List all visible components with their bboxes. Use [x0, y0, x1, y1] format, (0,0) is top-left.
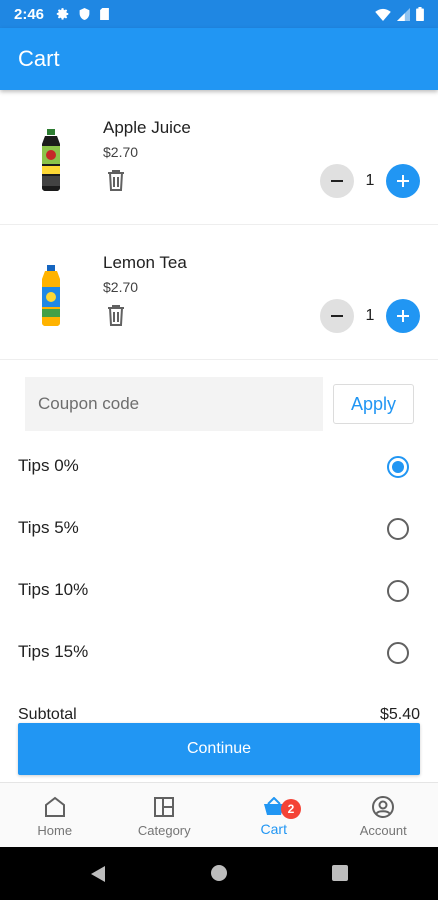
quantity-stepper: 1	[320, 299, 420, 333]
system-navigation-bar	[0, 847, 438, 900]
page-title: Cart	[18, 46, 60, 71]
nav-label: Cart	[260, 821, 287, 837]
account-icon	[372, 796, 395, 818]
continue-button[interactable]: Continue	[18, 723, 420, 775]
tip-option-10[interactable]: Tips 10%	[0, 560, 438, 622]
tip-radio[interactable]	[387, 642, 409, 664]
nav-label: Home	[37, 823, 73, 838]
trash-icon[interactable]	[104, 168, 128, 192]
sd-card-icon	[100, 7, 109, 21]
back-icon[interactable]	[90, 865, 106, 883]
status-time: 2:46	[14, 5, 45, 23]
home-button-icon[interactable]	[211, 865, 227, 881]
tip-label: Tips 5%	[18, 518, 79, 537]
decrease-quantity-button[interactable]	[320, 164, 354, 198]
nav-item-category[interactable]: Category	[110, 783, 220, 847]
status-bar: 2:46	[0, 0, 438, 28]
app-bar: Cart	[0, 28, 438, 90]
decrease-quantity-button[interactable]	[320, 299, 354, 333]
home-icon	[44, 796, 65, 817]
shield-icon	[79, 8, 90, 20]
item-name: Lemon Tea	[103, 253, 187, 272]
tip-label: Tips 15%	[18, 642, 89, 661]
increase-quantity-button[interactable]	[386, 299, 420, 333]
wifi-icon	[375, 8, 391, 21]
lemon-tea-image	[42, 265, 60, 326]
nav-item-home[interactable]: Home	[0, 783, 110, 847]
increase-quantity-button[interactable]	[386, 164, 420, 198]
cart-item-apple-juice: Apple Juice $2.70 1	[0, 90, 438, 225]
apply-coupon-button[interactable]: Apply	[333, 384, 414, 424]
cart-content[interactable]: Apple Juice $2.70 1 Lemon Tea $2.70 1 Co…	[0, 90, 438, 722]
trash-icon[interactable]	[104, 303, 128, 327]
tip-label: Tips 10%	[18, 580, 89, 599]
minus-icon	[331, 315, 343, 317]
quantity-value: 1	[365, 307, 375, 324]
cart-item-lemon-tea: Lemon Tea $2.70 1	[0, 225, 438, 360]
bottom-navigation: Home Category 2 Cart Account	[0, 782, 438, 847]
category-icon	[154, 797, 175, 817]
tip-option-5[interactable]: Tips 5%	[0, 498, 438, 560]
item-price: $2.70	[103, 144, 139, 160]
subtotal-value: $5.40	[379, 706, 420, 722]
plus-icon	[397, 175, 409, 187]
coupon-row: Apply	[0, 377, 438, 433]
subtotal-row: Subtotal $5.40	[0, 702, 438, 722]
recent-apps-icon[interactable]	[332, 865, 348, 881]
nav-item-account[interactable]: Account	[329, 783, 438, 847]
battery-icon	[416, 7, 424, 21]
quantity-stepper: 1	[320, 164, 420, 198]
tip-option-0[interactable]: Tips 0%	[0, 436, 438, 498]
subtotal-label: Subtotal	[18, 706, 77, 722]
item-price: $2.70	[103, 279, 139, 295]
plus-icon	[397, 310, 409, 322]
signal-icon	[397, 7, 410, 21]
apple-juice-image	[42, 129, 60, 191]
tip-radio[interactable]	[387, 580, 409, 602]
quantity-value: 1	[365, 172, 375, 189]
nav-label: Category	[137, 823, 191, 838]
coupon-input[interactable]	[25, 377, 323, 431]
tip-radio[interactable]	[387, 518, 409, 540]
nav-label: Account	[359, 823, 407, 838]
item-name: Apple Juice	[103, 118, 191, 137]
tip-label: Tips 0%	[18, 456, 79, 475]
cart-count-badge: 2	[281, 799, 301, 819]
tip-radio[interactable]	[387, 456, 409, 478]
gear-icon	[56, 8, 69, 20]
nav-item-cart[interactable]: 2 Cart	[219, 783, 329, 847]
tip-option-15[interactable]: Tips 15%	[0, 622, 438, 684]
minus-icon	[331, 180, 343, 182]
